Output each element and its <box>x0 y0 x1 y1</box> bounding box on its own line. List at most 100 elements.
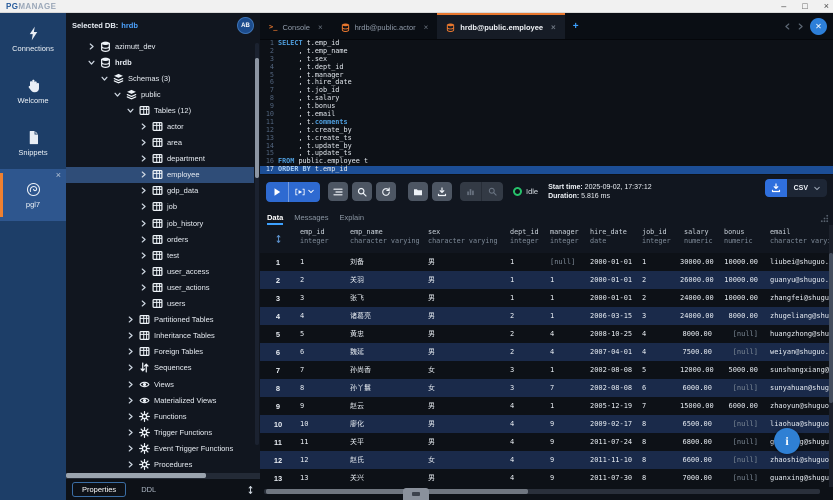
column-header-hire-date[interactable]: hire_datedate <box>586 225 638 253</box>
tree-item-users[interactable]: users <box>66 296 254 312</box>
tree-item-actor[interactable]: actor <box>66 118 254 134</box>
format-sql-button[interactable] <box>328 182 348 201</box>
grid-cell[interactable]: 8000.00 <box>680 330 720 338</box>
row-number[interactable]: 3 <box>260 294 296 303</box>
tree-item-user-access[interactable]: user_access <box>66 263 254 279</box>
tree-item-partitioned-tables[interactable]: Partitioned Tables <box>66 312 254 328</box>
tree-item-orders[interactable]: orders <box>66 231 254 247</box>
grid-cell[interactable]: 7000.00 <box>680 474 720 482</box>
grid-cell[interactable]: 9 <box>546 456 586 464</box>
grid-cell[interactable]: 24000.00 <box>680 294 720 302</box>
editor-line[interactable]: 7 , t.job_id <box>260 87 833 95</box>
grid-row[interactable]: 1212赵氏女492011-11-1086600.00[null]zhaoshi… <box>260 451 829 469</box>
grid-cell[interactable]: 4 <box>506 456 546 464</box>
grid-cell[interactable]: 26000.00 <box>680 276 720 284</box>
editor-line[interactable]: 8 , t.salary <box>260 95 833 103</box>
grid-cell[interactable]: 5 <box>296 330 346 338</box>
command-history-button[interactable] <box>376 182 396 201</box>
grid-cell[interactable]: 2002-08-08 <box>586 366 638 374</box>
tree-item-sequences[interactable]: Sequences <box>66 360 254 376</box>
grid-cell[interactable]: 7 <box>638 402 680 410</box>
panel-tab-ddl[interactable]: DDL <box>132 483 165 496</box>
row-number[interactable]: 4 <box>260 312 296 321</box>
grid-cell[interactable]: 男 <box>424 401 506 411</box>
grid-cell[interactable]: 8 <box>638 420 680 428</box>
sidebar-item-pgl7[interactable]: pgl7× <box>0 169 66 221</box>
chevron-left-icon[interactable] <box>784 23 791 30</box>
grid-row[interactable]: 44诸葛亮男212006-03-15324000.008000.00zhugel… <box>260 307 829 325</box>
grid-cell[interactable]: 30000.00 <box>680 258 720 266</box>
grid-cell[interactable]: 男 <box>424 329 506 339</box>
grid-cell[interactable]: 1 <box>506 258 546 266</box>
grid-row[interactable]: 66魏延男242007-04-0147500.00[null]weiyan@sh… <box>260 343 829 361</box>
chevron-right-icon[interactable] <box>138 252 148 259</box>
grid-cell[interactable]: 8 <box>638 456 680 464</box>
sidebar-item-welcome[interactable]: Welcome <box>0 65 66 117</box>
row-number[interactable]: 2 <box>260 276 296 285</box>
grid-cell[interactable]: [null] <box>546 258 586 266</box>
row-selector-header[interactable] <box>260 225 296 253</box>
close-icon[interactable]: × <box>424 23 429 32</box>
grid-cell[interactable]: 廖化 <box>346 419 424 429</box>
grid-row[interactable]: 11刘备男1[null]2000-01-01130000.0010000.00l… <box>260 253 829 271</box>
grid-cell[interactable]: 4 <box>638 330 680 338</box>
grid-cell[interactable]: 4 <box>546 330 586 338</box>
grid-cell[interactable]: 张飞 <box>346 293 424 303</box>
grid-cell[interactable]: 关平 <box>346 437 424 447</box>
grid-cell[interactable]: 4 <box>506 438 546 446</box>
grid-cell[interactable]: 男 <box>424 347 506 357</box>
grid-row[interactable]: 99赵云男412005-12-19715000.006000.00zhaoyun… <box>260 397 829 415</box>
grid-cell[interactable]: zhangfei@shugu <box>766 294 829 302</box>
grid-cell[interactable]: 13 <box>296 474 346 482</box>
grid-cell[interactable]: 7 <box>296 366 346 374</box>
grid-cell[interactable]: guanxing@shugu <box>766 474 829 482</box>
row-number[interactable]: 9 <box>260 402 296 411</box>
grid-cell[interactable]: 2007-04-01 <box>586 348 638 356</box>
grid-cell[interactable]: 女 <box>424 455 506 465</box>
grid-cell[interactable]: [null] <box>720 456 766 464</box>
grid-cell[interactable]: 1 <box>546 402 586 410</box>
grid-cell[interactable]: [null] <box>720 420 766 428</box>
tree-item-functions[interactable]: Functions <box>66 408 254 424</box>
tree-item-foreign-tables[interactable]: Foreign Tables <box>66 344 254 360</box>
tree-item-user-actions[interactable]: user_actions <box>66 279 254 295</box>
grid-row[interactable]: 1010廖化男492009-02-1786500.00[null]liaohua… <box>260 415 829 433</box>
selected-db-value[interactable]: hrdb <box>121 21 138 30</box>
grid-cell[interactable]: 女 <box>424 365 506 375</box>
grid-cell[interactable]: [null] <box>720 474 766 482</box>
grid-cell[interactable]: 2000-01-01 <box>586 294 638 302</box>
maximize-button[interactable]: □ <box>802 0 807 13</box>
grid-cell[interactable]: 男 <box>424 311 506 321</box>
row-number[interactable]: 11 <box>260 438 296 447</box>
grid-cell[interactable]: [null] <box>720 330 766 338</box>
info-button[interactable]: i <box>774 428 800 454</box>
grid-cell[interactable]: 2011-07-24 <box>586 438 638 446</box>
grid-cell[interactable]: 男 <box>424 257 506 267</box>
grid-cell[interactable]: 7500.00 <box>680 348 720 356</box>
grid-row[interactable]: 1313关兴男492011-07-3087000.00[null]guanxin… <box>260 469 829 487</box>
grid-cell[interactable]: 5000.00 <box>720 366 766 374</box>
grid-cell[interactable]: 7 <box>546 384 586 392</box>
tree-item-materialized-views[interactable]: Materialized Views <box>66 392 254 408</box>
chevron-right-icon[interactable] <box>86 43 96 50</box>
grid-cell[interactable]: 8000.00 <box>720 312 766 320</box>
grid-cell[interactable]: 黄忠 <box>346 329 424 339</box>
grid-cell[interactable]: 4 <box>296 312 346 320</box>
chevron-right-icon[interactable] <box>125 413 135 420</box>
column-header-salary[interactable]: salarynumeric <box>680 225 720 253</box>
row-number[interactable]: 10 <box>260 420 296 429</box>
editor-line[interactable]: 6 , t.hire_date <box>260 79 833 87</box>
column-header-dept-id[interactable]: dept_idinteger <box>506 225 546 253</box>
close-icon[interactable]: × <box>56 171 61 179</box>
chevron-down-icon[interactable] <box>99 75 109 82</box>
grid-cell[interactable]: 2006-03-15 <box>586 312 638 320</box>
editor-line[interactable]: 17ORDER BY t.emp_id <box>260 166 833 174</box>
grid-cell[interactable]: 3 <box>296 294 346 302</box>
grid-cell[interactable]: weiyan@shuguo. <box>766 348 829 356</box>
grid-cell[interactable]: 6600.00 <box>680 456 720 464</box>
tree-item-schemas-3[interactable]: Schemas (3) <box>66 70 254 86</box>
run-selection-button[interactable] <box>288 182 320 202</box>
chevron-right-icon[interactable] <box>138 268 148 275</box>
grid-cell[interactable]: 12 <box>296 456 346 464</box>
grid-cell[interactable]: zhaoshi@shuguo <box>766 456 829 464</box>
